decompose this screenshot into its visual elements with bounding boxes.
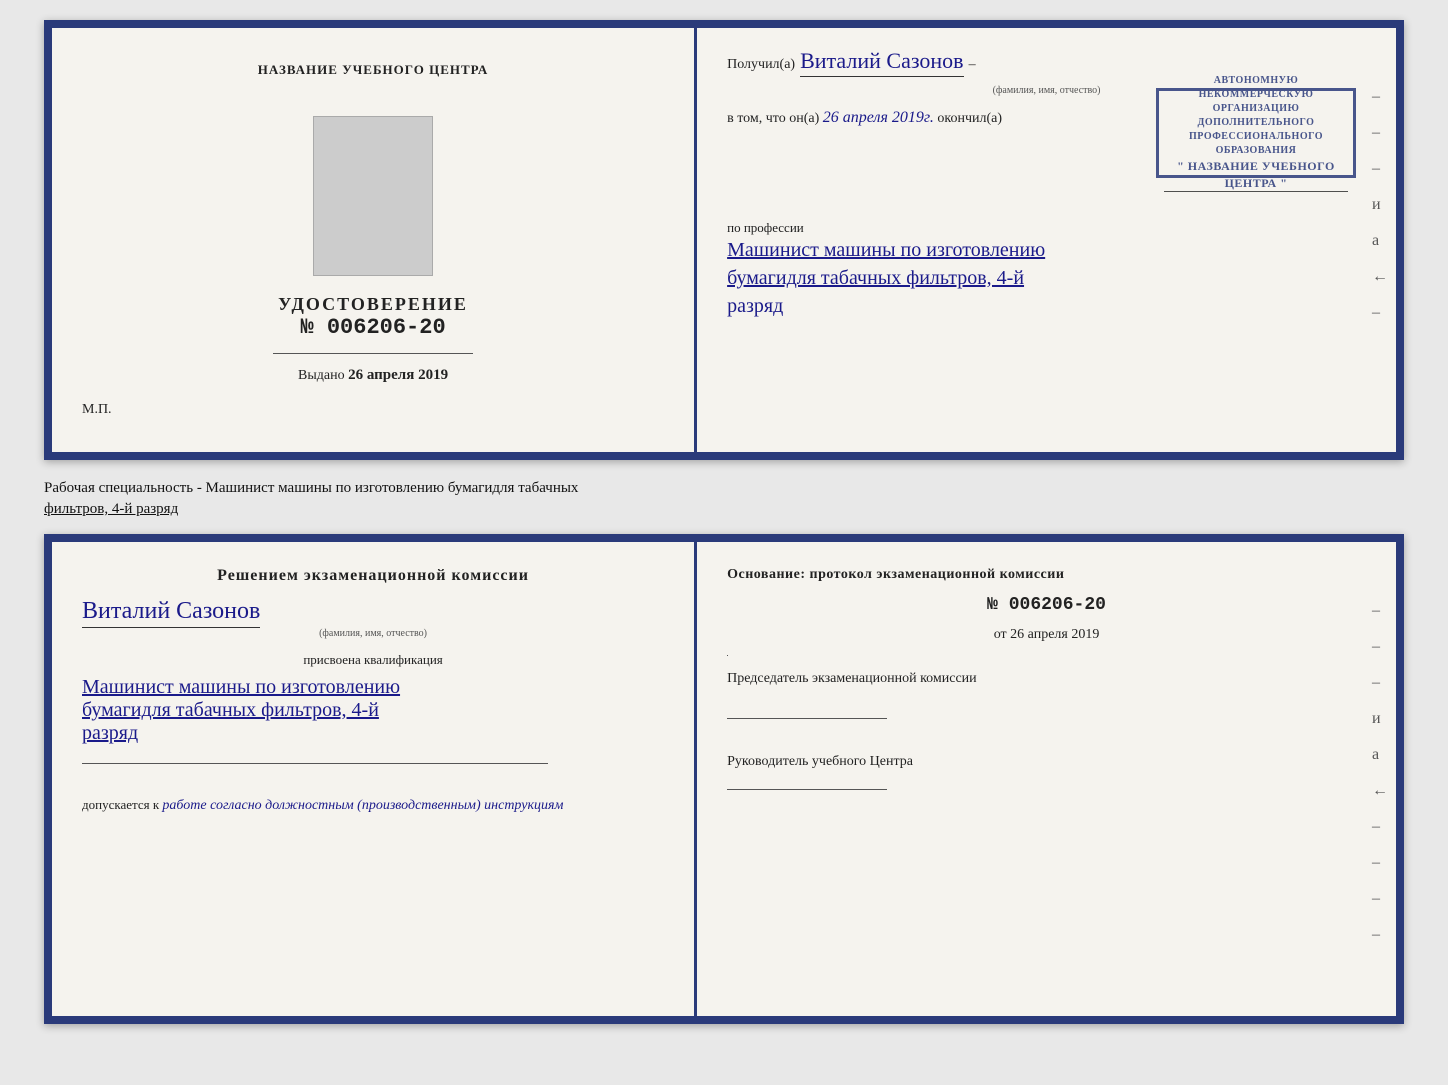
chairman-signature-line [727,701,887,719]
chairman-label: Председатель экзаменационной комиссии [727,668,1366,689]
person-sublabel: (фамилия, имя, отчество) [82,628,664,639]
issued-date: 26 апреля 2019 [348,367,448,383]
qualification-block: Машинист машины по изготовлению бумагидл… [82,676,664,745]
allowed-value: работе согласно должностным (производств… [162,798,563,813]
head-label: Руководитель учебного Центра [727,751,1366,772]
bottom-certificate: Решением экзаменационной комиссии Витали… [44,534,1404,1024]
commission-title: Решением экзаменационной комиссии [82,567,664,585]
recipient-line: Получил(а) Виталий Сазонов – [727,48,1366,77]
bottom-right-panel: Основание: протокол экзаменационной коми… [697,542,1396,1016]
profession-label: по профессии [727,220,1366,236]
protocol-date-prefix: от [994,627,1007,642]
profession-line3: разряд [727,292,1366,320]
profession-line2: бумагидля табачных фильтров, 4-й [727,264,1366,292]
training-center-title: НАЗВАНИЕ УЧЕБНОГО ЦЕНТРА [258,62,489,78]
issued-label: Выдано [298,368,345,383]
head-signature-line [727,772,887,790]
qual-line2: бумагидля табачных фильтров, 4-й [82,699,664,722]
cert-label: УДОСТОВЕРЕНИЕ [278,294,468,315]
head-block: Руководитель учебного Центра [727,751,1366,790]
recipient-name: Виталий Сазонов [800,48,963,77]
photo-placeholder [313,116,433,276]
chairman-text: Председатель экзаменационной комиссии [727,671,977,686]
assigned-label: присвоена квалификация [82,652,664,668]
head-text: Руководитель учебного Центра [727,754,913,769]
person-block: Виталий Сазонов (фамилия, имя, отчество) [82,598,664,639]
received-label: Получил(а) [727,57,795,73]
cert-number: № 006206-20 [278,315,468,340]
profession-line1: Машинист машины по изготовлению [727,236,1366,264]
qual-line1: Машинист машины по изготовлению [82,676,664,699]
cert-label-block: УДОСТОВЕРЕНИЕ № 006206-20 [278,294,468,340]
separator-text: Рабочая специальность - Машинист машины … [44,470,1404,524]
completed-date: 26 апреля 2019г. [823,109,934,126]
protocol-date: 26 апреля 2019 [1010,627,1099,642]
separator-line2: фильтров, 4-й разряд [44,501,178,517]
mp-label: М.П. [82,402,112,418]
protocol-date-line: от 26 апреля 2019 [727,627,1366,643]
stamp: АВТОНОМНУЮ НЕКОММЕРЧЕСКУЮ ОРГАНИЗАЦИЮ ДО… [1156,88,1356,178]
right-dashes: – – – и а ← – [1372,88,1388,322]
protocol-number: № 006206-20 [727,595,1366,615]
separator-line1: Рабочая специальность - Машинист машины … [44,480,578,496]
allowed-label: допускается к [82,797,159,812]
org-line2: ДОПОЛНИТЕЛЬНОГО ПРОФЕССИОНАЛЬНОГО ОБРАЗО… [1164,116,1348,158]
bottom-right-dashes: – – – и а ← – – – – [1372,602,1388,944]
org-line1: АВТОНОМНУЮ НЕКОММЕРЧЕСКУЮ ОРГАНИЗАЦИЮ [1164,74,1348,116]
vtom-label: в том, что он(а) [727,111,819,126]
allowed-line: допускается к работе согласно должностны… [82,797,664,814]
completed-label: окончил(а) [937,111,1002,126]
stamp-line1: АВТОНОМНУЮ НЕКОММЕРЧЕСКУЮ ОРГАНИЗАЦИЮ ДО… [1164,74,1348,193]
issued-line: Выдано 26 апреля 2019 [298,367,448,384]
profession-block: по профессии Машинист машины по изготовл… [727,210,1366,320]
org-name: " НАЗВАНИЕ УЧЕБНОГО ЦЕНТРА " [1164,158,1348,193]
top-certificate: НАЗВАНИЕ УЧЕБНОГО ЦЕНТРА УДОСТОВЕРЕНИЕ №… [44,20,1404,460]
bottom-left-panel: Решением экзаменационной комиссии Витали… [52,542,697,1016]
qual-line3: разряд [82,722,664,745]
cert-left-panel: НАЗВАНИЕ УЧЕБНОГО ЦЕНТРА УДОСТОВЕРЕНИЕ №… [52,28,697,452]
basis-label: Основание: протокол экзаменационной коми… [727,567,1366,583]
cert-right-panel: Получил(а) Виталий Сазонов – (фамилия, и… [697,28,1396,452]
person-name: Виталий Сазонов [82,598,260,628]
